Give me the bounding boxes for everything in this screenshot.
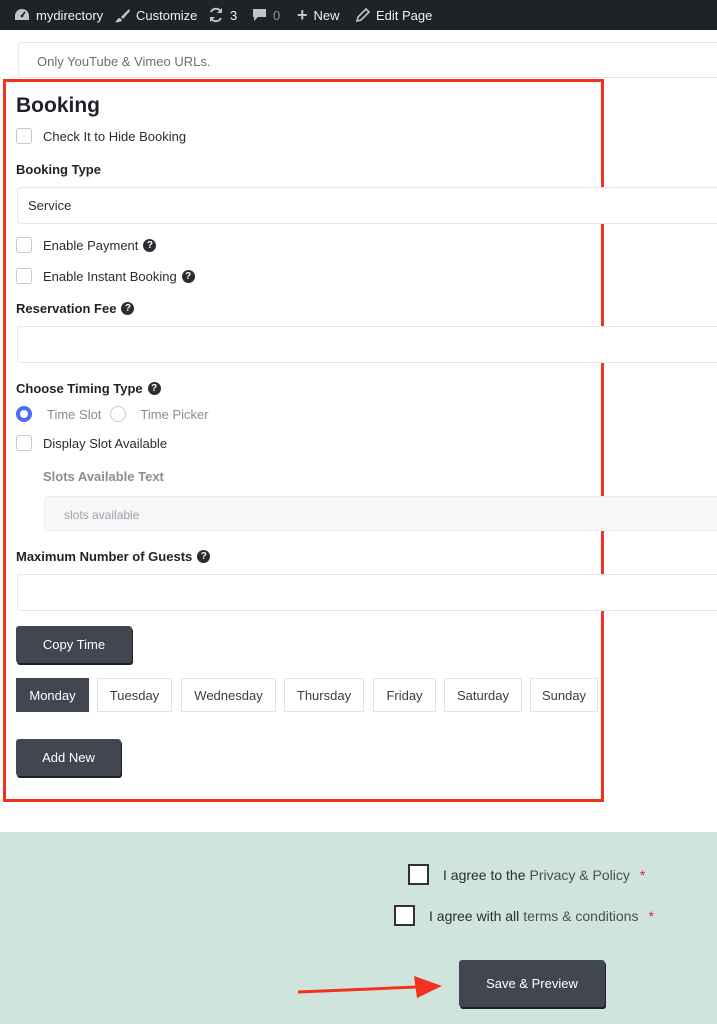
help-icon[interactable]: ?	[197, 550, 211, 563]
dashboard-icon	[15, 9, 29, 20]
timing-type-radios: Time Slot Time Picker	[16, 406, 209, 422]
tab-tuesday[interactable]: Tuesday	[97, 678, 172, 712]
tab-wednesday[interactable]: Wednesday	[181, 678, 276, 712]
help-icon[interactable]: ?	[143, 238, 157, 252]
instant-booking-checkbox[interactable]	[16, 268, 32, 284]
video-url-placeholder: Only YouTube & Vimeo URLs.	[37, 54, 211, 69]
new-content-link[interactable]: + New	[297, 0, 340, 30]
comments-link[interactable]: 0	[252, 0, 280, 30]
max-guests-input[interactable]	[17, 574, 717, 611]
terms-conditions-link[interactable]: terms & conditions	[523, 908, 638, 924]
enable-payment-checkbox[interactable]	[16, 237, 32, 253]
reservation-fee-label: Reservation Fee ?	[16, 301, 135, 316]
booking-title: Booking	[16, 94, 100, 117]
time-picker-label[interactable]: Time Picker	[140, 407, 208, 422]
edit-page-link[interactable]: Edit Page	[356, 0, 432, 30]
edit-page-label: Edit Page	[376, 7, 433, 23]
video-url-input[interactable]: Only YouTube & Vimeo URLs.	[18, 42, 717, 78]
booking-type-label-text: Booking Type	[16, 162, 101, 177]
timing-type-label: Choose Timing Type ?	[16, 381, 161, 396]
instant-booking-option[interactable]: Enable Instant Booking ?	[16, 268, 195, 284]
brush-icon	[115, 8, 130, 22]
terms-checkbox[interactable]	[394, 905, 415, 926]
slots-text-placeholder: slots available	[64, 508, 140, 522]
site-name: mydirectory	[36, 7, 104, 23]
privacy-prefix: I agree to the	[443, 866, 526, 883]
slots-text-input[interactable]: slots available	[44, 496, 717, 531]
max-guests-label: Maximum Number of Guests ?	[16, 549, 211, 564]
enable-payment-option[interactable]: Enable Payment ?	[16, 237, 157, 253]
reservation-fee-label-text: Reservation Fee	[16, 301, 117, 316]
pencil-icon	[356, 8, 370, 22]
site-menu[interactable]: mydirectory	[14, 0, 103, 30]
copy-time-button[interactable]: Copy Time	[16, 626, 132, 663]
display-slot-checkbox[interactable]	[16, 435, 32, 451]
time-slot-label[interactable]: Time Slot	[47, 407, 101, 422]
max-guests-label-text: Maximum Number of Guests	[16, 549, 193, 564]
required-mark: *	[648, 907, 654, 924]
help-icon[interactable]: ?	[147, 382, 161, 395]
booking-type-value: Service	[28, 198, 72, 213]
refresh-icon	[210, 7, 222, 23]
tab-monday[interactable]: Monday	[16, 678, 89, 712]
plus-icon: +	[297, 4, 308, 25]
reservation-fee-input[interactable]	[17, 326, 717, 363]
privacy-checkbox[interactable]	[408, 864, 429, 885]
instant-booking-label: Enable Instant Booking	[43, 268, 177, 284]
booking-type-select[interactable]: Service	[17, 187, 717, 224]
terms-prefix: I agree with all	[429, 907, 520, 924]
timing-type-label-text: Choose Timing Type	[16, 381, 143, 396]
comment-icon	[253, 9, 266, 21]
time-slot-radio[interactable]	[16, 406, 32, 422]
tab-sunday[interactable]: Sunday	[530, 678, 598, 712]
tab-friday[interactable]: Friday	[373, 678, 436, 712]
display-slot-label: Display Slot Available	[43, 435, 168, 451]
terms-agreement[interactable]: I agree with all terms & conditions *	[394, 905, 654, 926]
comments-count: 0	[273, 7, 281, 23]
help-icon[interactable]: ?	[181, 269, 195, 283]
hide-booking-checkbox[interactable]	[16, 128, 32, 144]
tab-saturday[interactable]: Saturday	[444, 678, 522, 712]
time-picker-radio[interactable]	[110, 406, 127, 422]
arrow-annotation-icon	[298, 976, 442, 998]
required-mark: *	[639, 866, 646, 883]
updates-link[interactable]: 3	[208, 0, 237, 30]
updates-count: 3	[230, 7, 238, 23]
hide-booking-label: Check It to Hide Booking	[43, 128, 187, 144]
admin-bar: mydirectory Customize 3 0 + New Edit Pag…	[0, 0, 717, 30]
help-icon[interactable]: ?	[121, 302, 135, 315]
slots-text-label: Slots Available Text	[43, 469, 164, 484]
customize-link[interactable]: Customize	[115, 0, 197, 30]
privacy-policy-link[interactable]: Privacy & Policy	[530, 867, 630, 883]
customize-label: Customize	[136, 7, 198, 23]
display-slot-option[interactable]: Display Slot Available	[16, 435, 167, 451]
save-preview-button[interactable]: Save & Preview	[459, 960, 605, 1007]
privacy-agreement[interactable]: I agree to the Privacy & Policy *	[408, 864, 645, 885]
new-label: New	[313, 7, 340, 23]
enable-payment-label: Enable Payment	[43, 237, 139, 253]
hide-booking-option[interactable]: Check It to Hide Booking	[16, 128, 186, 144]
add-new-button[interactable]: Add New	[16, 739, 121, 776]
booking-type-label: Booking Type	[16, 162, 101, 177]
tab-thursday[interactable]: Thursday	[284, 678, 364, 712]
